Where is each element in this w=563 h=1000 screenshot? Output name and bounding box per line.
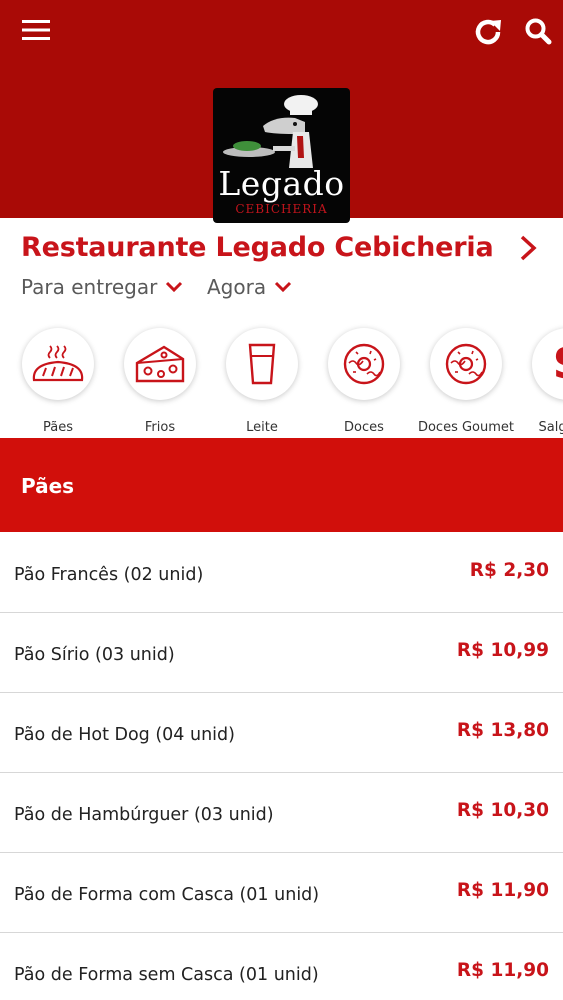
hamburger-menu-icon[interactable] — [16, 10, 56, 50]
delivery-option-label: Para entregar — [21, 275, 158, 299]
delivery-option-dropdown[interactable]: Para entregar — [21, 275, 183, 299]
product-row[interactable]: Pão de Hot Dog (04 unid) R$ 13,80 — [0, 693, 563, 773]
product-price: R$ 10,30 — [456, 800, 549, 821]
product-name: Pão Sírio (03 unid) — [14, 645, 175, 665]
product-price: R$ 2,30 — [469, 560, 549, 581]
product-price: R$ 13,80 — [456, 720, 549, 741]
product-price: R$ 11,90 — [456, 960, 549, 981]
product-row[interactable]: Pão de Hambúrguer (03 unid) R$ 10,30 — [0, 773, 563, 853]
category-salgados[interactable]: S Salgados — [513, 326, 563, 436]
section-header: Pães — [0, 438, 563, 532]
donut-icon — [328, 328, 400, 400]
product-row[interactable]: Pão Francês (02 unid) R$ 2,30 — [0, 533, 563, 613]
cheese-icon — [124, 328, 196, 400]
category-leite[interactable]: Leite — [207, 326, 317, 436]
product-name: Pão Francês (02 unid) — [14, 565, 204, 585]
section-title: Pães — [21, 474, 75, 498]
restaurant-logo: Legado CEBICHERIA — [213, 88, 350, 223]
product-name: Pão de Forma com Casca (01 unid) — [14, 885, 320, 905]
glass-icon — [226, 328, 298, 400]
header-bar: Legado CEBICHERIA — [0, 0, 563, 223]
category-label: Leite — [246, 420, 278, 435]
category-doces[interactable]: Doces — [309, 326, 419, 436]
product-price: R$ 11,90 — [456, 880, 549, 901]
logo-subtitle: CEBICHERIA — [235, 202, 328, 216]
search-icon[interactable] — [518, 11, 558, 51]
category-paes[interactable]: Pães — [3, 326, 113, 436]
bread-icon — [22, 328, 94, 400]
product-row[interactable]: Pão de Forma com Casca (01 unid) R$ 11,9… — [0, 853, 563, 933]
product-price: R$ 10,99 — [456, 640, 549, 661]
product-name: Pão de Hot Dog (04 unid) — [14, 725, 235, 745]
category-label: Frios — [144, 420, 176, 435]
chevron-right-icon[interactable] — [514, 232, 542, 264]
category-doces-goumet[interactable]: Doces Goumet — [411, 326, 521, 436]
category-frios[interactable]: Frios — [105, 326, 215, 436]
category-label: Doces Goumet — [417, 420, 515, 435]
restaurant-name[interactable]: Restaurante Legado Cebicheria — [21, 232, 494, 263]
time-option-label: Agora — [207, 275, 267, 299]
category-carousel[interactable]: Pães Frios Leite Doces Doces Goumet Salg — [0, 318, 563, 436]
product-name: Pão de Forma sem Casca (01 unid) — [14, 965, 319, 985]
category-label: Salgados — [538, 420, 563, 435]
time-option-dropdown[interactable]: Agora — [207, 275, 292, 299]
chevron-down-icon — [275, 281, 292, 293]
salgados-icon: S — [532, 328, 563, 400]
refresh-icon[interactable] — [468, 12, 508, 52]
donut-icon — [430, 328, 502, 400]
product-row[interactable]: Pão de Forma sem Casca (01 unid) R$ 11,9… — [0, 933, 563, 1000]
product-row[interactable]: Pão Sírio (03 unid) R$ 10,99 — [0, 613, 563, 693]
product-list: Pão Francês (02 unid) R$ 2,30 Pão Sírio … — [0, 533, 563, 1000]
product-name: Pão de Hambúrguer (03 unid) — [14, 805, 274, 825]
category-label: Doces — [344, 420, 384, 435]
chevron-down-icon — [166, 281, 183, 293]
logo-title: Legado — [218, 164, 345, 203]
category-label: Pães — [43, 420, 73, 435]
